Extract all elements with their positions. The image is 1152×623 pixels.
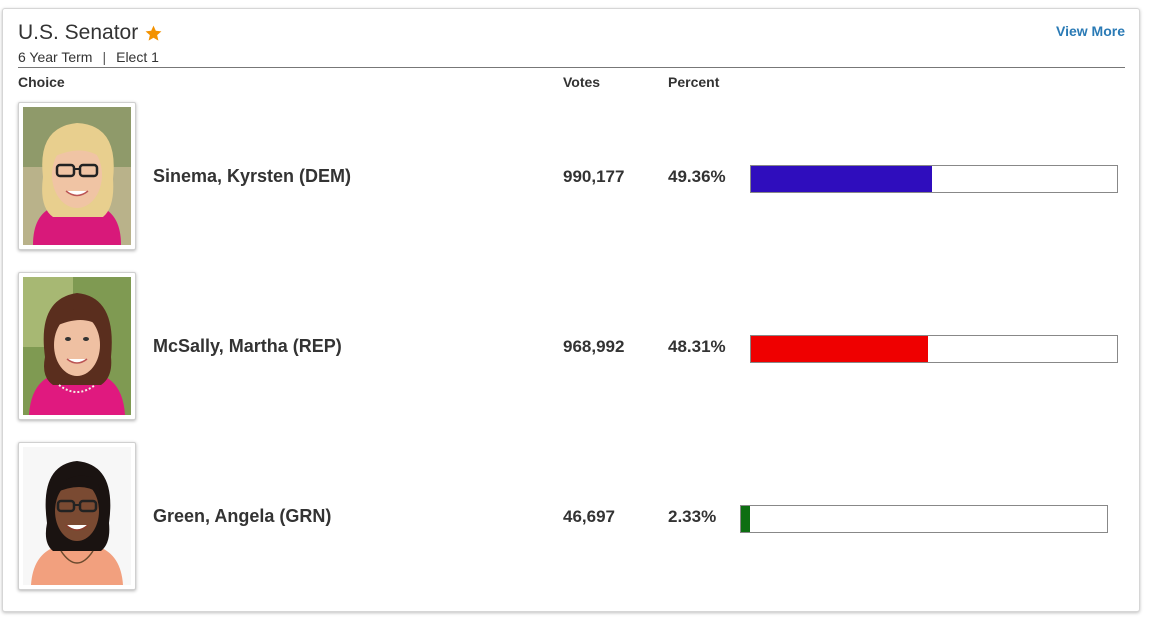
separator: |	[102, 49, 107, 65]
candidate-percent: 48.31%	[668, 337, 726, 356]
candidate-photo	[18, 442, 136, 590]
candidate-votes: 990,177	[563, 167, 625, 186]
vote-share-bar	[750, 165, 1118, 193]
votes-column-header: Votes	[563, 74, 601, 90]
candidate-row: Sinema, Kyrsten (DEM) 990,177 49.36%	[3, 102, 1139, 252]
candidate-name: Green, Angela (GRN)	[153, 506, 332, 526]
candidate-row: Green, Angela (GRN) 46,697 2.33%	[3, 442, 1139, 592]
candidate-name: McSally, Martha (REP)	[153, 336, 342, 356]
vote-share-bar-fill	[751, 336, 928, 362]
percent-column-header: Percent	[668, 74, 720, 90]
view-more-link[interactable]: View More	[1056, 23, 1125, 39]
vote-share-bar	[750, 335, 1118, 363]
race-card: U.S. Senator View More 6 Year Term | Elect…	[2, 8, 1140, 612]
vote-share-bar	[740, 505, 1108, 533]
elect-label: Elect 1	[116, 49, 159, 65]
candidate-portrait-image	[23, 277, 131, 415]
race-title: U.S. Senator	[18, 21, 163, 45]
header-divider	[18, 67, 1125, 68]
candidate-votes: 46,697	[563, 507, 615, 526]
candidate-portrait-image	[23, 447, 131, 585]
term-label: 6 Year Term	[18, 49, 93, 65]
choice-column-header: Choice	[18, 74, 65, 90]
candidate-name: Sinema, Kyrsten (DEM)	[153, 166, 352, 186]
race-title-text: U.S. Senator	[18, 21, 139, 44]
vote-share-bar-fill	[741, 506, 750, 532]
vote-share-bar-fill	[751, 166, 932, 192]
star-icon[interactable]	[144, 24, 163, 43]
candidate-photo	[18, 272, 136, 420]
candidate-portrait-image	[23, 107, 131, 245]
race-subtitle: 6 Year Term | Elect 1	[18, 49, 159, 65]
candidate-row: McSally, Martha (REP) 968,992 48.31%	[3, 272, 1139, 422]
candidate-votes: 968,992	[563, 337, 625, 356]
candidate-percent: 49.36%	[668, 167, 726, 186]
candidate-photo	[18, 102, 136, 250]
candidate-percent: 2.33%	[668, 507, 717, 526]
